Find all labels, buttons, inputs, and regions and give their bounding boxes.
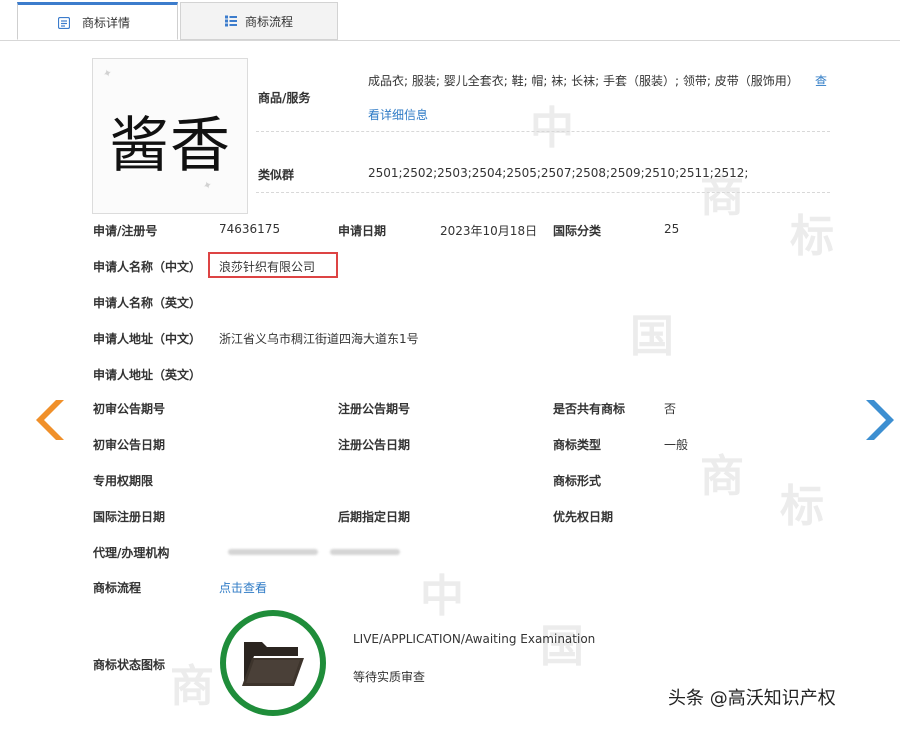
intl-class-label: 国际分类 bbox=[553, 224, 602, 238]
background-watermark: 标 bbox=[780, 481, 824, 532]
agent-label: 代理/办理机构 bbox=[93, 546, 170, 560]
shared-label: 是否共有商标 bbox=[553, 402, 626, 416]
divider bbox=[256, 131, 830, 132]
status-circle bbox=[220, 610, 326, 716]
intl-class-value: 25 bbox=[664, 222, 680, 236]
similar-group-value: 2501;2502;2503;2504;2505;2507;2508;2509;… bbox=[368, 166, 749, 180]
tab-trademark-detail[interactable]: 商标详情 bbox=[17, 2, 178, 40]
priority-date-label: 优先权日期 bbox=[553, 510, 614, 524]
reg-ann-no-label: 注册公告期号 bbox=[338, 402, 411, 416]
addr-cn-value: 浙江省义乌市稠江街道四海大道东1号 bbox=[219, 332, 419, 346]
goods-value: 成品衣; 服装; 婴儿全套衣; 鞋; 帽; 袜; 长袜; 手套（服装）; 领带;… bbox=[368, 74, 799, 88]
redacted-agent bbox=[228, 549, 318, 555]
prelim-date-label: 初审公告日期 bbox=[93, 438, 166, 452]
goods-more-link[interactable]: 查 bbox=[815, 72, 827, 89]
tab-label: 商标流程 bbox=[245, 14, 294, 29]
app-date-value: 2023年10月18日 bbox=[440, 224, 538, 238]
background-watermark: 中 bbox=[530, 103, 574, 154]
later-date-label: 后期指定日期 bbox=[338, 510, 411, 524]
chevron-right-icon bbox=[866, 400, 894, 440]
background-watermark: 标 bbox=[790, 211, 834, 262]
background-watermark: 中 bbox=[420, 571, 464, 622]
shared-value: 否 bbox=[664, 402, 677, 416]
list-icon bbox=[225, 15, 237, 27]
tab-trademark-flow[interactable]: 商标流程 bbox=[180, 2, 338, 40]
folder-icon bbox=[242, 642, 304, 686]
reg-ann-date-label: 注册公告日期 bbox=[338, 438, 411, 452]
mark-type-value: 一般 bbox=[664, 438, 689, 452]
flow-label: 商标流程 bbox=[93, 581, 142, 595]
background-watermark: 商 bbox=[170, 661, 214, 712]
applicant-cn-label: 申请人名称（中文） bbox=[93, 260, 202, 274]
mark-type-label: 商标类型 bbox=[553, 438, 602, 452]
tab-bar: 商标详情 商标流程 bbox=[0, 0, 900, 41]
reg-no-value: 74636175 bbox=[219, 222, 281, 236]
chevron-left-icon bbox=[36, 400, 64, 440]
prev-arrow[interactable] bbox=[34, 398, 70, 442]
next-arrow[interactable] bbox=[860, 398, 896, 442]
similar-group-label: 类似群 bbox=[258, 168, 295, 182]
flow-view-link[interactable]: 点击查看 bbox=[219, 579, 267, 596]
addr-en-label: 申请人地址（英文） bbox=[93, 368, 202, 382]
status-cn: 等待实质审查 bbox=[353, 670, 426, 684]
applicant-cn-value: 浪莎针织有限公司 bbox=[219, 260, 316, 274]
trademark-image: ✦ ✦ 酱香 bbox=[92, 58, 248, 214]
goods-label: 商品/服务 bbox=[258, 91, 311, 105]
background-watermark: 国 bbox=[630, 311, 674, 362]
mark-form-label: 商标形式 bbox=[553, 474, 602, 488]
tab-label: 商标详情 bbox=[82, 15, 131, 30]
exclusive-period-label: 专用权期限 bbox=[93, 474, 154, 488]
redacted-agent bbox=[330, 549, 400, 555]
intl-reg-date-label: 国际注册日期 bbox=[93, 510, 166, 524]
addr-cn-label: 申请人地址（中文） bbox=[93, 332, 202, 346]
document-icon bbox=[58, 17, 70, 29]
goods-detail-link[interactable]: 看详细信息 bbox=[368, 106, 428, 123]
footer-watermark: 头条 @高沃知识产权 bbox=[668, 688, 836, 709]
image-watermark: ✦ bbox=[101, 65, 115, 82]
reg-no-label: 申请/注册号 bbox=[93, 224, 158, 238]
status-en: LIVE/APPLICATION/Awaiting Examination bbox=[353, 632, 596, 646]
background-watermark: 商 bbox=[700, 451, 744, 502]
trademark-text: 酱香 bbox=[109, 111, 231, 181]
app-date-label: 申请日期 bbox=[338, 224, 387, 238]
divider bbox=[256, 192, 830, 193]
prelim-no-label: 初审公告期号 bbox=[93, 402, 166, 416]
status-icon-label: 商标状态图标 bbox=[93, 658, 166, 672]
applicant-en-label: 申请人名称（英文） bbox=[93, 296, 202, 310]
